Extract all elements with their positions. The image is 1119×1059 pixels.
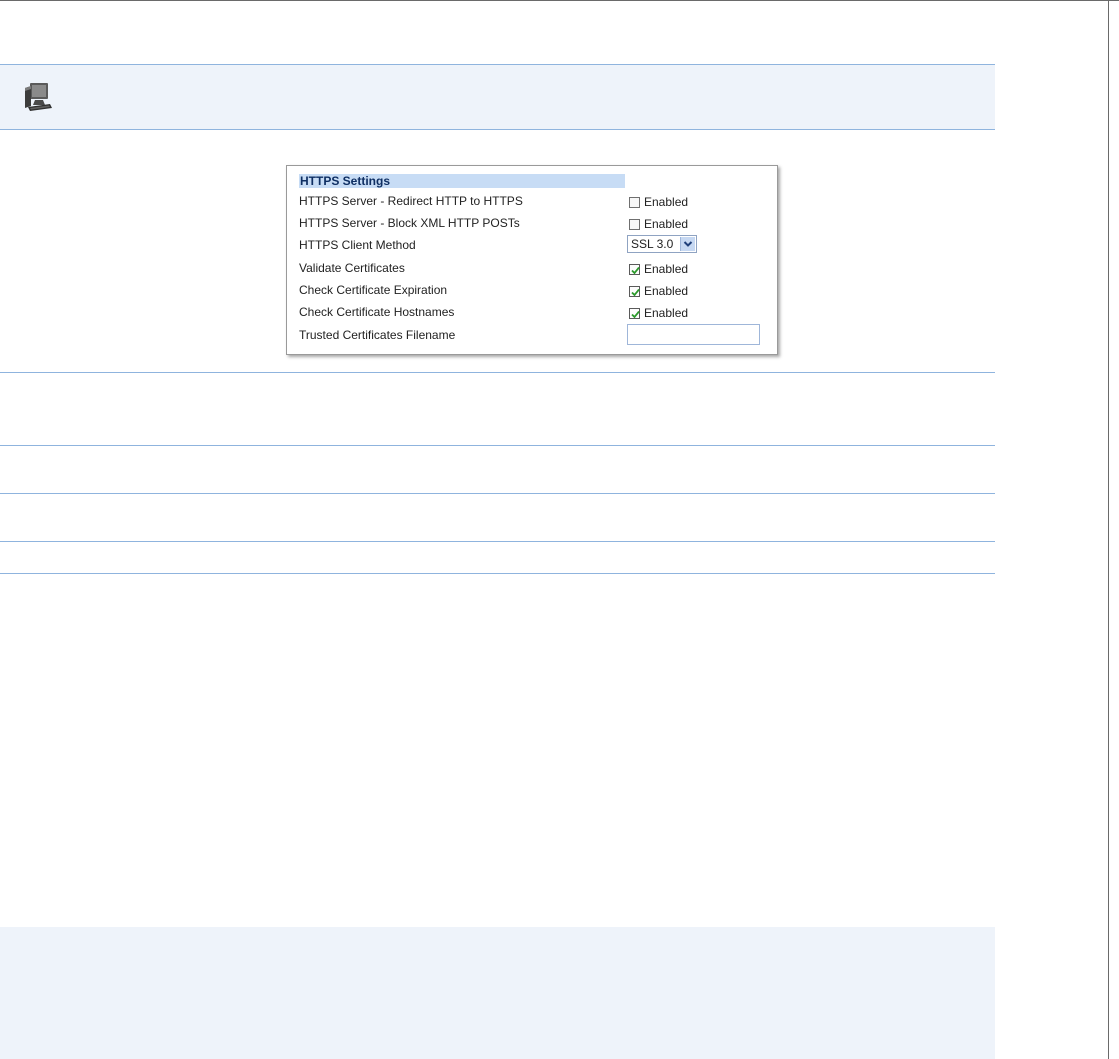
- computer-icon: [21, 80, 55, 114]
- top-info-band: [0, 64, 995, 130]
- divider: [0, 573, 995, 574]
- bottom-info-band: [0, 927, 995, 1059]
- panel-header: HTTPS Settings: [299, 174, 625, 188]
- checkbox-box[interactable]: [629, 285, 640, 297]
- client-method-select[interactable]: SSL 3.0: [627, 235, 697, 253]
- top-border: [0, 0, 1119, 1]
- row-label-trusted-filename: Trusted Certificates Filename: [299, 328, 456, 342]
- divider: [0, 372, 995, 373]
- checkbox-box[interactable]: [629, 218, 640, 230]
- row-label-block-xml: HTTPS Server - Block XML HTTP POSTs: [299, 216, 520, 230]
- divider: [0, 541, 995, 542]
- divider: [0, 493, 995, 494]
- hostnames-enabled-checkbox[interactable]: Enabled: [629, 306, 688, 320]
- right-border: [1108, 0, 1109, 1059]
- https-settings-panel: HTTPS Settings HTTPS Server - Redirect H…: [286, 165, 778, 355]
- checkbox-label: Enabled: [644, 217, 689, 231]
- row-label-redirect: HTTPS Server - Redirect HTTP to HTTPS: [299, 194, 523, 208]
- checkbox-box[interactable]: [629, 307, 640, 319]
- checkbox-label: Enabled: [644, 306, 689, 320]
- checkbox-box[interactable]: [629, 263, 640, 275]
- checkbox-box[interactable]: [629, 196, 640, 208]
- select-value: SSL 3.0: [631, 237, 674, 251]
- row-label-client-method: HTTPS Client Method: [299, 238, 416, 252]
- expiration-enabled-checkbox[interactable]: Enabled: [629, 284, 688, 298]
- checkmark-icon: [631, 288, 640, 296]
- redirect-enabled-checkbox[interactable]: Enabled: [629, 195, 688, 209]
- checkbox-label: Enabled: [644, 262, 689, 276]
- row-label-hostnames: Check Certificate Hostnames: [299, 305, 455, 319]
- block-xml-enabled-checkbox[interactable]: Enabled: [629, 217, 688, 231]
- row-label-expiration: Check Certificate Expiration: [299, 283, 448, 297]
- chevron-down-icon[interactable]: [680, 237, 695, 251]
- divider: [0, 445, 995, 446]
- checkmark-icon: [631, 266, 640, 274]
- row-label-validate: Validate Certificates: [299, 261, 405, 275]
- checkbox-label: Enabled: [644, 284, 689, 298]
- checkmark-icon: [631, 310, 640, 318]
- validate-enabled-checkbox[interactable]: Enabled: [629, 262, 688, 276]
- trusted-certificates-filename-input[interactable]: [627, 324, 760, 345]
- checkbox-label: Enabled: [644, 195, 689, 209]
